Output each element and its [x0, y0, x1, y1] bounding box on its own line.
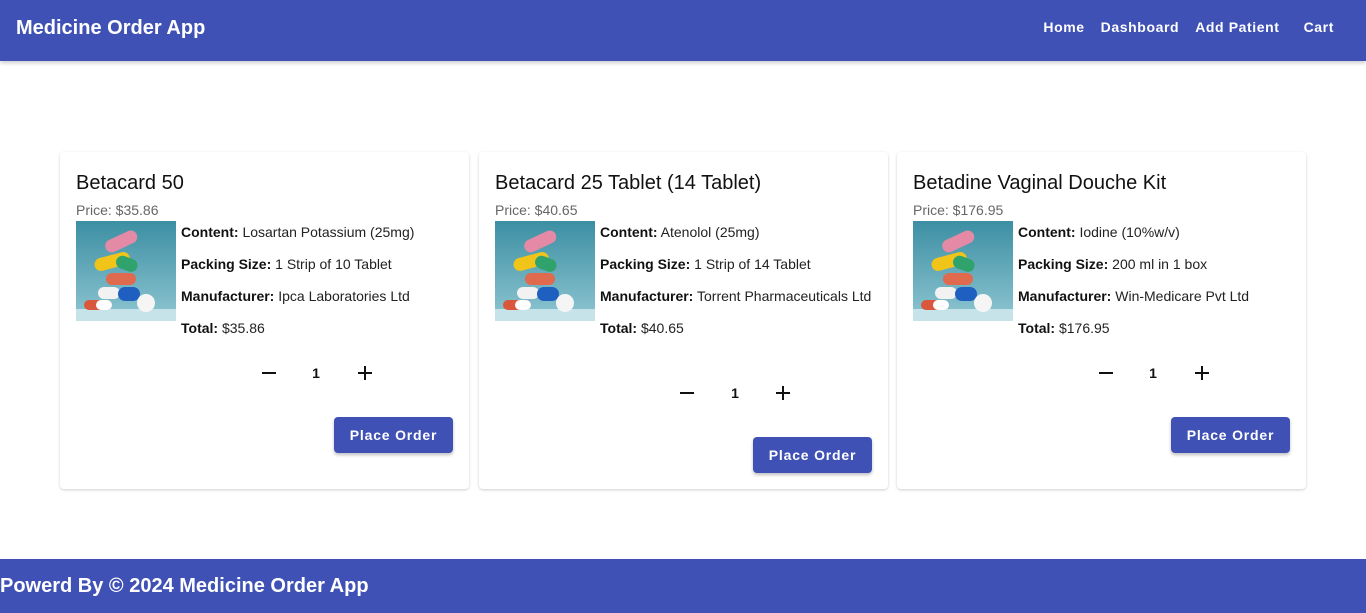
minus-icon[interactable]	[255, 359, 283, 387]
pills-image	[76, 221, 176, 321]
product-card: Betacard 25 Tablet (14 Tablet) Price: $4…	[479, 152, 888, 489]
place-order-button[interactable]: Place Order	[1171, 417, 1290, 453]
plus-icon[interactable]	[351, 359, 379, 387]
nav-add-patient[interactable]: Add Patient	[1187, 19, 1287, 35]
detail-content: Content: Atenolol (25mg)	[600, 224, 760, 240]
pills-illustration	[913, 221, 1013, 321]
footer: Powerd By © 2024 Medicine Order App	[0, 559, 1366, 613]
detail-content: Content: Losartan Potassium (25mg)	[181, 224, 415, 240]
pills-image	[913, 221, 1013, 321]
plus-icon[interactable]	[1188, 359, 1216, 387]
detail-packing: Packing Size: 200 ml in 1 box	[1018, 256, 1208, 272]
app-bar: Medicine Order App Home Dashboard Add Pa…	[0, 0, 1366, 61]
detail-total: Total: $35.86	[181, 320, 265, 336]
place-order-button[interactable]: Place Order	[753, 437, 872, 473]
nav-home[interactable]: Home	[1035, 19, 1092, 35]
detail-content: Content: Iodine (10%w/v)	[1018, 224, 1180, 240]
app-title: Medicine Order App	[16, 17, 206, 39]
footer-text: Powerd By © 2024 Medicine Order App	[0, 575, 369, 597]
quantity-stepper: 1	[897, 359, 1306, 387]
quantity-stepper: 1	[60, 359, 469, 387]
quantity-stepper: 1	[479, 379, 888, 407]
product-name: Betacard 25 Tablet (14 Tablet)	[495, 172, 762, 194]
product-price: Price: $35.86	[76, 202, 159, 218]
detail-manufacturer: Manufacturer: Win-Medicare Pvt Ltd	[1018, 288, 1250, 304]
product-details: Content: Atenolol (25mg) Packing Size: 1…	[600, 222, 872, 350]
product-name: Betadine Vaginal Douche Kit	[913, 172, 1167, 194]
plus-icon[interactable]	[769, 379, 797, 407]
detail-packing: Packing Size: 1 Strip of 14 Tablet	[600, 256, 811, 272]
nav-menu: Home Dashboard Add Patient Cart	[1035, 19, 1342, 35]
product-price: Price: $176.95	[913, 202, 1004, 218]
detail-packing: Packing Size: 1 Strip of 10 Tablet	[181, 256, 392, 272]
product-details: Content: Iodine (10%w/v) Packing Size: 2…	[1018, 222, 1290, 350]
product-details: Content: Losartan Potassium (25mg) Packi…	[181, 222, 453, 350]
place-order-button[interactable]: Place Order	[334, 417, 453, 453]
detail-manufacturer: Manufacturer: Ipca Laboratories Ltd	[181, 288, 410, 304]
minus-icon[interactable]	[673, 379, 701, 407]
product-price: Price: $40.65	[495, 202, 578, 218]
detail-manufacturer: Manufacturer: Torrent Pharmaceuticals Lt…	[600, 288, 872, 304]
nav-cart[interactable]: Cart	[1296, 19, 1342, 35]
detail-total: Total: $40.65	[600, 320, 684, 336]
minus-icon[interactable]	[1092, 359, 1120, 387]
nav-dashboard[interactable]: Dashboard	[1093, 19, 1188, 35]
pills-illustration	[76, 221, 176, 321]
quantity-value: 1	[731, 385, 739, 401]
pills-illustration	[495, 221, 595, 321]
product-card: Betadine Vaginal Douche Kit Price: $176.…	[897, 152, 1306, 489]
quantity-value: 1	[312, 365, 320, 381]
pills-image	[495, 221, 595, 321]
product-name: Betacard 50	[76, 172, 184, 194]
quantity-value: 1	[1149, 365, 1157, 381]
product-card: Betacard 50 Price: $35.86 Content: Losar…	[60, 152, 469, 489]
detail-total: Total: $176.95	[1018, 320, 1110, 336]
